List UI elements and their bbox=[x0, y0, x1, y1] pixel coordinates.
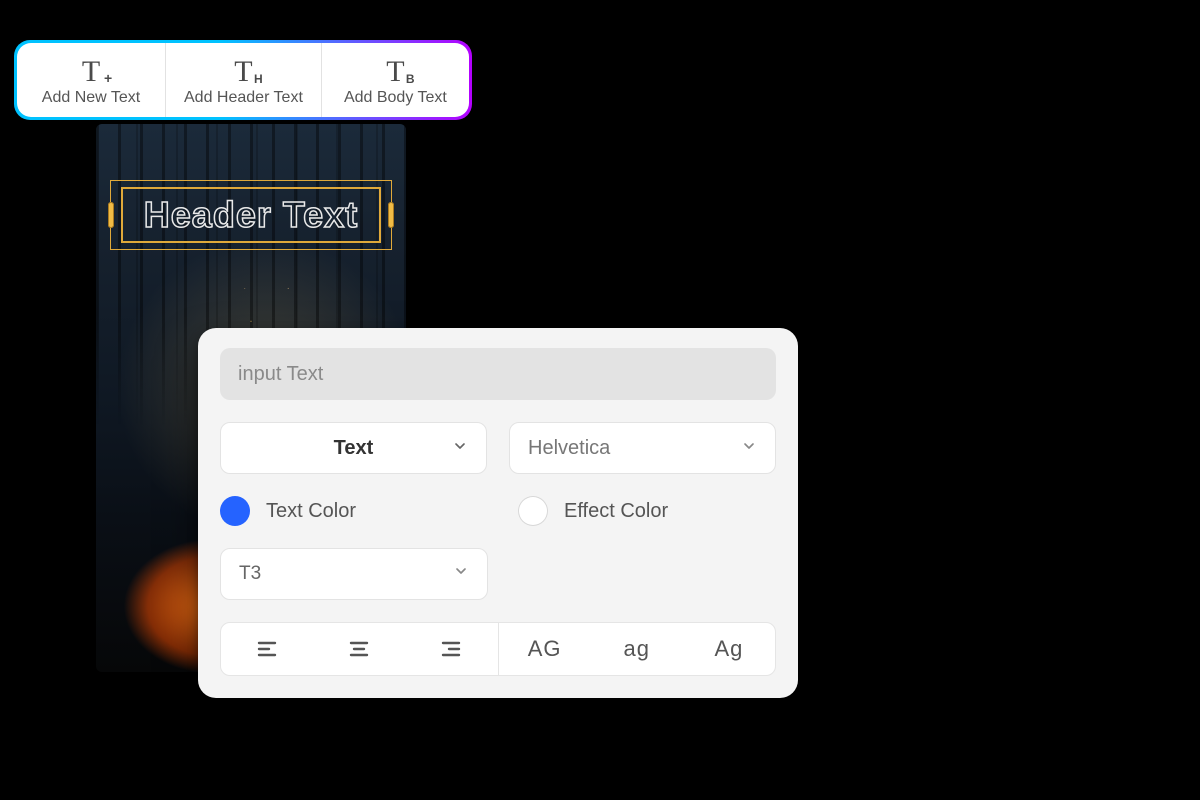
resize-handle-left[interactable] bbox=[108, 202, 114, 228]
text-body-icon: TB bbox=[386, 51, 404, 87]
lowercase-label: ag bbox=[624, 636, 650, 662]
text-selection-box[interactable]: Header Text bbox=[110, 180, 392, 250]
effect-color-picker[interactable]: Effect Color bbox=[518, 496, 776, 526]
font-family-value: Helvetica bbox=[528, 437, 610, 460]
uppercase-button[interactable]: AG bbox=[499, 623, 591, 675]
lowercase-button[interactable]: ag bbox=[591, 623, 683, 675]
add-body-text-label: Add Body Text bbox=[344, 89, 447, 107]
effect-color-swatch bbox=[518, 496, 548, 526]
text-size-value: T3 bbox=[239, 563, 261, 585]
add-body-text-button[interactable]: TB Add Body Text bbox=[321, 43, 469, 117]
chevron-down-icon bbox=[452, 437, 468, 460]
add-header-text-button[interactable]: TH Add Header Text bbox=[165, 43, 321, 117]
text-color-label: Text Color bbox=[266, 500, 356, 523]
text-properties-panel: Text Helvetica Text Color Effect Color bbox=[198, 328, 798, 698]
text-color-picker[interactable]: Text Color bbox=[220, 496, 478, 526]
text-style-value: Text bbox=[334, 437, 374, 460]
align-center-button[interactable] bbox=[313, 623, 405, 675]
text-size-select[interactable]: T3 bbox=[220, 548, 488, 600]
text-format-segments: AG ag Ag bbox=[220, 622, 776, 676]
titlecase-button[interactable]: Ag bbox=[683, 623, 775, 675]
resize-handle-right[interactable] bbox=[388, 202, 394, 228]
uppercase-label: AG bbox=[528, 636, 562, 662]
chevron-down-icon bbox=[741, 437, 757, 460]
text-color-swatch bbox=[220, 496, 250, 526]
text-toolbar: T+ Add New Text TH Add Header Text TB Ad… bbox=[14, 40, 472, 120]
align-left-button[interactable] bbox=[221, 623, 313, 675]
text-content-input[interactable] bbox=[220, 348, 776, 400]
align-right-button[interactable] bbox=[405, 623, 497, 675]
effect-color-label: Effect Color bbox=[564, 500, 668, 523]
add-header-text-label: Add Header Text bbox=[184, 89, 303, 107]
text-header-icon: TH bbox=[234, 51, 252, 87]
chevron-down-icon bbox=[453, 563, 469, 585]
align-right-icon bbox=[439, 637, 463, 661]
add-new-text-button[interactable]: T+ Add New Text bbox=[17, 43, 165, 117]
canvas-header-text[interactable]: Header Text bbox=[144, 194, 358, 236]
font-family-select[interactable]: Helvetica bbox=[509, 422, 776, 474]
titlecase-label: Ag bbox=[714, 636, 743, 662]
text-plus-icon: T+ bbox=[82, 51, 100, 87]
text-selection-inner: Header Text bbox=[121, 187, 381, 243]
align-center-icon bbox=[347, 637, 371, 661]
align-left-icon bbox=[255, 637, 279, 661]
text-style-select[interactable]: Text bbox=[220, 422, 487, 474]
add-new-text-label: Add New Text bbox=[42, 89, 140, 107]
